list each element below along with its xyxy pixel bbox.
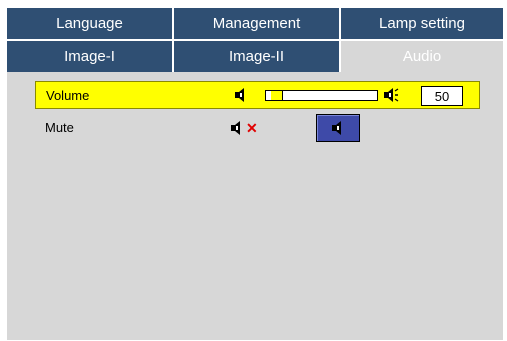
- mute-row[interactable]: Mute ✕: [35, 114, 480, 142]
- tab-management[interactable]: Management: [174, 8, 339, 39]
- tab-image-ii[interactable]: Image-II: [174, 41, 339, 72]
- tab-language[interactable]: Language: [7, 8, 172, 39]
- unmute-button[interactable]: [316, 114, 360, 142]
- tab-label: Image-I: [64, 48, 115, 65]
- tab-label: Image-II: [228, 48, 285, 65]
- tab-label: Language: [56, 15, 123, 32]
- tab-bar: Language Management Lamp setting Image-I…: [7, 8, 503, 72]
- tab-audio[interactable]: Audio: [341, 41, 503, 72]
- speaker-icon: [231, 121, 240, 135]
- volume-value-text: 50: [434, 88, 450, 104]
- tab-lamp-setting[interactable]: Lamp setting: [341, 8, 503, 39]
- mute-label: Mute: [45, 120, 74, 135]
- tab-divider: [339, 8, 341, 72]
- volume-row[interactable]: Volume 50: [35, 81, 480, 109]
- volume-slider-handle[interactable]: [271, 91, 283, 100]
- volume-slider[interactable]: [265, 90, 378, 101]
- tab-divider: [172, 8, 174, 72]
- speaker-on-icon: [332, 121, 341, 135]
- volume-label: Volume: [46, 88, 90, 103]
- speaker-high-icon[interactable]: [383, 88, 399, 102]
- tab-image-i[interactable]: Image-I: [7, 41, 172, 72]
- audio-panel: Volume 50 Mute ✕: [7, 72, 503, 340]
- mute-x-icon: ✕: [246, 120, 258, 136]
- speaker-low-icon[interactable]: [234, 88, 250, 102]
- tab-label: Management: [212, 15, 301, 32]
- volume-value: 50: [421, 86, 463, 106]
- tab-label: Lamp setting: [379, 15, 465, 32]
- tab-label: Audio: [402, 48, 442, 65]
